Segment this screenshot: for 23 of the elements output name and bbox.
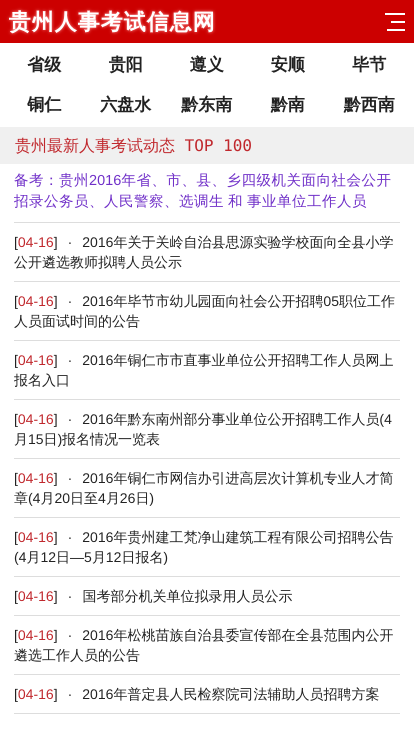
news-item[interactable]: [04-16] · 2016年松桃苗族自治县委宣传部在全县范围内公开遴选工作人员的公告 bbox=[14, 625, 400, 665]
news-item[interactable]: [04-16] · 2016年贵州建工梵净山建筑工程有限公司招聘公告(4月12日—5月12日报名) bbox=[14, 527, 400, 567]
news-item[interactable]: [04-16] · 国考部分机关单位拟录用人员公示 bbox=[14, 586, 400, 606]
note-text: 备考：贵州2016年省、市、县、乡四级机关面向社会公开招录公务员、人民警察、选调生 和 事业单位工作人员 bbox=[14, 164, 400, 223]
news-item[interactable]: [04-16] · 2016年铜仁市网信办引进高层次计算机专业人才简章(4月20日至4月26日) bbox=[14, 468, 400, 508]
region-link[interactable]: 安顺 bbox=[248, 45, 329, 85]
region-link[interactable]: 毕节 bbox=[328, 45, 410, 85]
site-title[interactable]: 贵州人事考试信息网 bbox=[9, 5, 216, 38]
region-link[interactable]: 省级 bbox=[4, 45, 86, 85]
news-item[interactable]: [04-16] · 2016年铜仁市市直事业单位公开招聘工作人员网上报名入口 bbox=[14, 350, 400, 390]
region-link[interactable]: 黔西南 bbox=[328, 85, 410, 125]
region-link[interactable]: 铜仁 bbox=[4, 85, 86, 125]
news-item[interactable]: [04-16] · 2016年普定县人民检察院司法辅助人员招聘方案 bbox=[14, 684, 400, 704]
news-item[interactable]: [04-16] · 2016年关于关岭自治县思源实验学校面向全县小学公开遴选教师拟聘人员公示 bbox=[14, 232, 400, 272]
region-link[interactable]: 黔南 bbox=[248, 85, 329, 125]
region-link[interactable]: 贵阳 bbox=[85, 45, 166, 85]
news-item[interactable]: [04-16] · 2016年黔东南州部分事业单位公开招聘工作人员(4月15日)报名情况一览表 bbox=[14, 409, 400, 449]
news-item[interactable]: [04-16] · 2016年毕节市幼儿园面向社会公开招聘05职位工作人员面试时间的公告 bbox=[14, 291, 400, 331]
section-title: 贵州最新人事考试动态 TOP 100 bbox=[15, 134, 252, 156]
region-link[interactable]: 遵义 bbox=[166, 45, 248, 85]
region-link[interactable]: 六盘水 bbox=[85, 85, 166, 125]
menu-icon[interactable] bbox=[383, 12, 405, 32]
region-link[interactable]: 黔东南 bbox=[166, 85, 248, 125]
